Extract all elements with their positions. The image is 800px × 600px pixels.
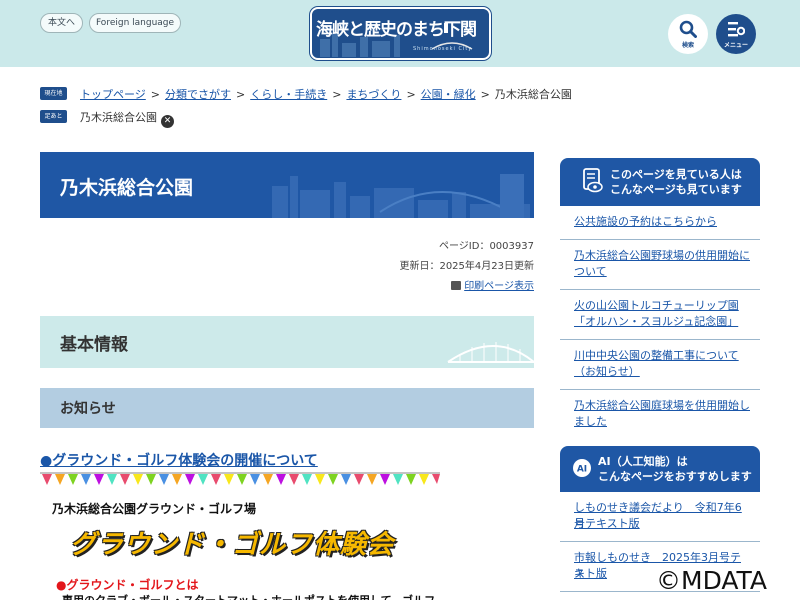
watermark: ©MDATA: [656, 566, 767, 595]
site-header: 本文へ Foreign language 海峡と歴史のまち下関 Shimonos…: [0, 0, 800, 67]
related-item[interactable]: 乃木浜総合公園野球場の供用開始に ついて: [560, 240, 760, 290]
printer-icon: [451, 281, 462, 290]
related-item-line[interactable]: （お知らせ）: [574, 364, 750, 380]
breadcrumb-current: 乃木浜総合公園: [494, 88, 572, 101]
breadcrumb: トップページ > 分類でさがす > くらし・手続き > まちづくり > 公園・緑化 > 乃木浜総合公…: [80, 86, 572, 102]
related-heading-line2: こんなページも見ています: [610, 183, 742, 196]
skip-to-main-link[interactable]: 本文へ: [40, 13, 83, 33]
footprint-item[interactable]: 乃木浜総合公園: [80, 111, 157, 124]
poster-venue: 乃木浜総合公園グラウンド・ゴルフ場: [52, 502, 257, 516]
related-heading-line1: このページを見ている人は: [610, 168, 742, 181]
close-icon[interactable]: ✕: [161, 115, 174, 128]
poster-title: グラウンド・ゴルフ体験会: [70, 530, 395, 560]
poster-subheading: ●グラウンド・ゴルフとは: [56, 578, 199, 592]
updated-date: 更新日：2025年4月23日更新: [399, 261, 534, 272]
search-button[interactable]: 検索: [668, 14, 708, 54]
search-icon: [679, 20, 697, 38]
breadcrumb-separator: >: [406, 88, 416, 101]
related-item-line[interactable]: 乃木浜総合公園野球場の供用開始に: [574, 248, 750, 264]
breadcrumb-link-parks[interactable]: 公園・緑化: [421, 88, 476, 101]
poster-body: 専用のクラブ・ボール・スタートマット・ホールポストを使用して、ゴルフ: [62, 592, 435, 600]
bridge-decoration: [447, 342, 534, 363]
menu-button[interactable]: メニュー: [716, 14, 756, 54]
ai-heading-line2: こんなページをおすすめします: [598, 470, 752, 483]
footprint-tag: 足あと: [40, 110, 67, 123]
foreign-language-link[interactable]: Foreign language: [89, 13, 181, 33]
logo-text: 海峡と歴史のまち下関: [316, 20, 477, 40]
ai-chip-icon: AI: [573, 459, 591, 477]
related-item-line[interactable]: 乃木浜総合公園庭球場を供用開始し: [574, 398, 750, 414]
breadcrumb-link-top[interactable]: トップページ: [80, 88, 146, 101]
related-item[interactable]: 川中中央公園の整備工事について （お知らせ）: [560, 340, 760, 390]
current-location-tag: 現在地: [40, 87, 67, 100]
search-label: 検索: [681, 42, 694, 49]
print-page-link[interactable]: 印刷ページ表示: [451, 277, 534, 292]
related-item[interactable]: 公共施設の予約はこちらから: [560, 206, 760, 240]
breadcrumb-link-town[interactable]: まちづくり: [346, 88, 401, 101]
related-item[interactable]: 乃木浜総合公園庭球場を供用開始し ました: [560, 390, 760, 434]
page-id: ページID：0003937: [439, 241, 534, 252]
title-banner: 乃木浜総合公園: [40, 152, 534, 218]
related-item-line[interactable]: 火の山公園トルコチューリップ園: [574, 298, 750, 314]
page-title: 乃木浜総合公園: [60, 177, 194, 199]
breadcrumb-link-living[interactable]: くらし・手続き: [250, 88, 327, 101]
svg-text:AI: AI: [577, 465, 587, 475]
section-heading: 基本情報: [40, 316, 534, 368]
sub-heading-text: お知らせ: [60, 401, 116, 417]
menu-icon: [728, 22, 745, 37]
related-item[interactable]: 火の山公園トルコチューリップ園 「オルハン・スヨルジュ記念園」: [560, 290, 760, 340]
ai-item[interactable]: しものせき議会だより 令和7年6月 号テキスト版: [560, 492, 760, 542]
bunting-decoration: [40, 472, 440, 485]
related-item-line[interactable]: 公共施設の予約はこちらから: [574, 214, 750, 230]
breadcrumb-separator: >: [236, 88, 246, 101]
document-eye-icon: [583, 168, 603, 193]
related-item-line[interactable]: ついて: [574, 264, 750, 280]
ai-heading-line1: AI（人工知能）は: [598, 455, 688, 468]
related-pages-heading: このページを見ている人は こんなページも見ています: [560, 158, 760, 206]
breadcrumb-separator: >: [332, 88, 342, 101]
logo-subtitle: Shimonoseki City: [413, 46, 473, 52]
print-link-text[interactable]: 印刷ページ表示: [464, 281, 534, 292]
related-item-line[interactable]: 川中中央公園の整備工事について: [574, 348, 750, 364]
footprint-trail: 乃木浜総合公園 ✕: [80, 109, 174, 128]
site-logo[interactable]: 海峡と歴史のまち下関 Shimonoseki City: [310, 7, 491, 60]
related-item-line[interactable]: ました: [574, 414, 750, 430]
breadcrumb-separator: >: [150, 88, 160, 101]
sub-heading: お知らせ: [40, 388, 534, 428]
breadcrumb-separator: >: [480, 88, 490, 101]
menu-label: メニュー: [723, 42, 748, 49]
ai-recommend-heading: AI AI（人工知能）は こんなページをおすすめします: [560, 446, 760, 492]
breadcrumb-link-category[interactable]: 分類でさがす: [165, 88, 231, 101]
related-item-line[interactable]: 「オルハン・スヨルジュ記念園」: [574, 314, 750, 330]
article-link[interactable]: ●グラウンド・ゴルフ体験会の開催について: [40, 450, 318, 470]
ai-item-line[interactable]: 号テキスト版: [574, 516, 750, 532]
